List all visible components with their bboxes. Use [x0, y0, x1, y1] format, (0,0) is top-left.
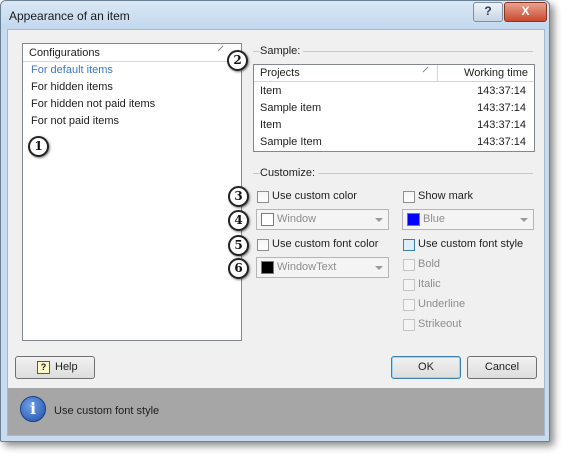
use-custom-font-color-label[interactable]: Use custom font color [272, 238, 378, 250]
sample-table: Projects Working time Item 143:37:14 Sam… [253, 64, 535, 152]
strikeout-checkbox[interactable] [403, 319, 415, 331]
title-help-button[interactable]: ? [473, 2, 503, 22]
window-title: Appearance of an item [9, 9, 130, 23]
show-mark-checkbox[interactable] [403, 191, 415, 203]
sample-row-4-time: 143:37:14 [477, 136, 526, 148]
cancel-button[interactable]: Cancel [467, 356, 537, 379]
callout-marker-4: 4 [228, 210, 249, 231]
customize-group-title: Customize: [260, 167, 319, 179]
sample-row-1-time: 143:37:14 [477, 85, 526, 97]
title-bar[interactable]: Appearance of an item ? X [1, 1, 549, 29]
sample-row-2-time: 143:37:14 [477, 102, 526, 114]
color-swatch [261, 213, 274, 226]
column-header-working-time[interactable]: Working time [464, 67, 528, 79]
show-mark-label[interactable]: Show mark [418, 190, 473, 202]
info-text: Use custom font style [54, 405, 160, 417]
sample-row-2-project: Sample item [260, 102, 322, 114]
callout-marker-1: 1 [28, 136, 49, 157]
close-button[interactable]: X [504, 2, 547, 22]
dialog-window: Appearance of an item ? X Configurations… [0, 0, 550, 442]
use-custom-font-color-checkbox[interactable] [257, 239, 269, 251]
config-item-not-paid[interactable]: For not paid items [31, 115, 119, 127]
ok-button[interactable]: OK [391, 356, 461, 379]
column-resize-icon [217, 45, 224, 52]
sample-table-header: Projects Working time [254, 65, 534, 82]
column-header-projects[interactable]: Projects [260, 67, 300, 79]
bold-checkbox[interactable] [403, 259, 415, 271]
sample-row-3-time: 143:37:14 [477, 119, 526, 131]
font-color-combo[interactable]: WindowText [256, 257, 389, 278]
use-custom-color-label[interactable]: Use custom color [272, 190, 357, 202]
config-item-hidden-not-paid[interactable]: For hidden not paid items [31, 98, 155, 110]
callout-marker-6: 6 [228, 258, 249, 279]
chevron-down-icon [520, 218, 528, 222]
chevron-down-icon [375, 218, 383, 222]
help-button-label: Help [55, 361, 78, 373]
callout-marker-2: 2 [227, 50, 248, 71]
config-item-default[interactable]: For default items [31, 64, 113, 76]
use-custom-color-checkbox[interactable] [257, 191, 269, 203]
info-icon: i [20, 396, 46, 422]
font-color-swatch [261, 261, 274, 274]
callout-marker-3: 3 [228, 186, 249, 207]
dialog-client-area: Configurations For default items For hid… [7, 29, 545, 436]
info-bar: i Use custom font style [8, 388, 544, 435]
callout-marker-5: 5 [228, 235, 249, 256]
configurations-header[interactable]: Configurations [23, 44, 241, 62]
configurations-list[interactable]: Configurations For default items For hid… [22, 43, 242, 341]
column-separator [437, 65, 438, 81]
color-combo[interactable]: Window [256, 209, 389, 230]
mark-color-combo-value: Blue [423, 213, 446, 225]
mark-color-combo[interactable]: Blue [402, 209, 534, 230]
chevron-down-icon [375, 266, 383, 270]
bold-label[interactable]: Bold [418, 258, 440, 270]
sample-group-title: Sample: [260, 45, 304, 57]
italic-checkbox[interactable] [403, 279, 415, 291]
font-color-combo-value: WindowText [277, 261, 337, 273]
underline-checkbox[interactable] [403, 299, 415, 311]
help-button[interactable]: ? Help [15, 356, 95, 379]
strikeout-label[interactable]: Strikeout [418, 318, 461, 330]
sample-row-1-project: Item [260, 85, 282, 97]
use-custom-font-style-checkbox[interactable] [403, 239, 415, 251]
mark-color-swatch [407, 213, 420, 226]
configurations-header-label: Configurations [29, 47, 100, 59]
italic-label[interactable]: Italic [418, 278, 441, 290]
config-item-hidden[interactable]: For hidden items [31, 81, 113, 93]
color-combo-value: Window [277, 213, 317, 225]
sample-row-4-project: Sample Item [260, 136, 322, 148]
help-icon: ? [37, 361, 50, 374]
underline-label[interactable]: Underline [418, 298, 465, 310]
use-custom-font-style-label[interactable]: Use custom font style [418, 238, 523, 250]
sample-row-3-project: Item [260, 119, 282, 131]
column-resize-icon [422, 66, 429, 73]
